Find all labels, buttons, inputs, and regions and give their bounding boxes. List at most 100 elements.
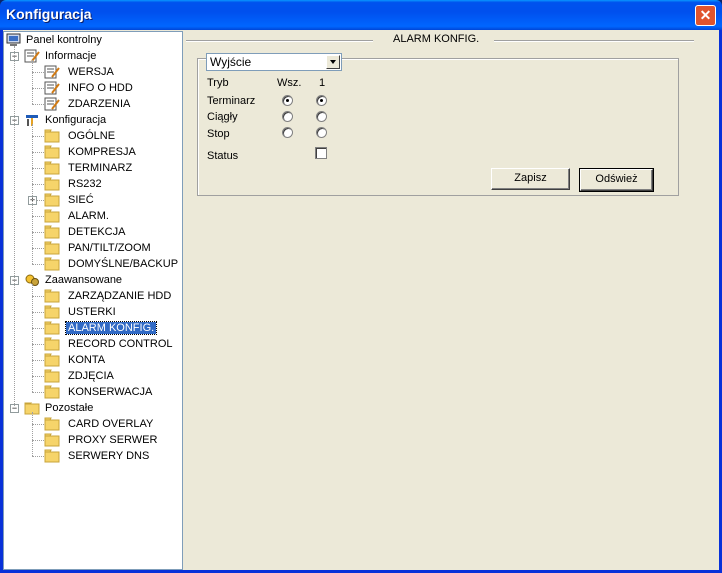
tree-item-label: SERWERY DNS [68,450,150,462]
tree-item-zarz-dzanie-hdd[interactable]: ZARZĄDZANIE HDD [44,288,173,304]
tree-item-usterki[interactable]: USTERKI [44,304,118,320]
tree-item-konta[interactable]: KONTA [44,352,107,368]
tree-item-label: ZARZĄDZANIE HDD [68,290,172,302]
tree-item-label: ALARM. [68,210,109,222]
tree-connector [32,88,44,89]
mode-label-continuous: Ciągły [207,111,238,123]
config-window: Konfiguracja ✕ Panel kontrolny − Informacj… [0,0,722,573]
tree-item-domy-lne-backup[interactable]: DOMYŚLNE/BACKUP [44,256,180,272]
folder-icon [44,257,60,271]
window-title: Konfiguracja [6,6,92,22]
output-select[interactable]: Wyjście [206,53,342,71]
tree-connector [32,72,44,73]
tree-item-alarm-konfig[interactable]: ALARM KONFIG. [44,320,158,336]
tree-connector [32,328,44,329]
tree-group-pozosta-e[interactable]: Pozostałe [24,400,95,416]
tree-item-label: WERSJA [68,66,114,78]
tree-item-label: CARD OVERLAY [68,418,154,430]
status-checkbox[interactable] [315,147,327,159]
folder-icon [44,417,60,431]
tree-item-pan-tilt-zoom[interactable]: PAN/TILT/ZOOM [44,240,153,256]
tree-item-kompresja[interactable]: KOMPRESJA [44,144,138,160]
title-bar[interactable]: Konfiguracja ✕ [0,0,722,30]
folder-icon [44,177,60,191]
mode-label-schedule: Terminarz [207,95,256,107]
refresh-button[interactable]: Odśwież [579,168,654,192]
tree-group-konfiguracja[interactable]: Konfiguracja [24,112,108,128]
tree-item-label: PROXY SERWER [68,434,158,446]
tree-item-label: ZDARZENIA [68,98,131,110]
tree-item-record-control[interactable]: RECORD CONTROL [44,336,175,352]
mode-header: Tryb [207,77,229,89]
document-icon [44,97,60,111]
folder-icon [44,433,60,447]
tree-item-sie[interactable]: SIEĆ [44,192,96,208]
folder-icon [44,305,60,319]
schedule-all-radio[interactable] [282,95,293,106]
tree-item-zdj-cia[interactable]: ZDJĘCIA [44,368,116,384]
close-button[interactable]: ✕ [695,5,716,26]
tree-connector [32,124,33,264]
tree-item-label: DOMYŚLNE/BACKUP [68,258,179,270]
tree-connector [32,412,33,456]
tree-root[interactable]: Panel kontrolny [6,32,104,48]
tree-item-label: OGÓLNE [68,130,116,142]
tree-root-label: Panel kontrolny [26,34,102,46]
tree-connector [32,284,33,392]
tree-connector [32,232,44,233]
tree-connector [32,376,44,377]
folder-icon [44,385,60,399]
save-button[interactable]: Zapisz [491,168,570,190]
tree-connector [32,456,44,457]
tree-item-wersja[interactable]: WERSJA [44,64,116,80]
chevron-down-icon[interactable] [326,55,340,69]
tree-item-label: SIEĆ [68,194,94,206]
tree-group-label: Informacje [45,50,97,62]
tree-item-info-o-hdd[interactable]: INFO O HDD [44,80,135,96]
output-select-value: Wyjście [210,55,252,69]
tree-item-zdarzenia[interactable]: ZDARZENIA [44,96,132,112]
tree-connector [32,440,44,441]
tree-item-konserwacja[interactable]: KONSERWACJA [44,384,154,400]
folder-icon [44,129,60,143]
tree-item-label: USTERKI [68,306,116,318]
continuous-all-radio[interactable] [282,111,293,122]
tree-item-serwery-dns[interactable]: SERWERY DNS [44,448,151,464]
tree-item-alarm[interactable]: ALARM. [44,208,111,224]
tree-item-label: RECORD CONTROL [68,338,173,350]
tree-item-proxy-serwer[interactable]: PROXY SERWER [44,432,159,448]
section-title: ALARM KONFIG. [393,33,480,45]
stop-ch1-radio[interactable] [316,127,327,138]
folder-icon [44,337,60,351]
tree-connector [14,46,15,406]
schedule-ch1-radio[interactable] [316,95,327,106]
tree-item-terminarz[interactable]: TERMINARZ [44,160,134,176]
continuous-ch1-radio[interactable] [316,111,327,122]
tree-connector [32,152,44,153]
document-icon [44,65,60,79]
tree-item-rs232[interactable]: RS232 [44,176,104,192]
navigation-tree[interactable]: Panel kontrolny − Informacje WERSJA INFO O H… [3,31,183,570]
tree-item-detekcja[interactable]: DETEKCJA [44,224,127,240]
tree-item-label: KONTA [68,354,106,366]
stop-all-radio[interactable] [282,127,293,138]
tree-item-label: TERMINARZ [68,162,133,174]
tree-item-og-lne[interactable]: OGÓLNE [44,128,117,144]
main-panel: ALARM KONFIG. Wyjście Tryb Wsz. 1 Termin… [183,31,716,570]
tree-connector [32,344,44,345]
all-channels-header: Wsz. [277,77,302,89]
tree-item-label: ZDJĘCIA [68,370,114,382]
tree-item-label: KOMPRESJA [68,146,136,158]
tree-connector [32,216,44,217]
tree-item-card-overlay[interactable]: CARD OVERLAY [44,416,155,432]
status-label: Status [207,150,239,162]
folder-icon [44,289,60,303]
mode-label-stop: Stop [207,128,230,140]
folder-icon [44,225,60,239]
tree-connector [32,104,44,105]
tree-group-informacje[interactable]: Informacje [24,48,98,64]
folder-icon [44,369,60,383]
tree-connector [32,168,44,169]
folder-icon [44,209,60,223]
tree-group-zaawansowane[interactable]: Zaawansowane [24,272,124,288]
